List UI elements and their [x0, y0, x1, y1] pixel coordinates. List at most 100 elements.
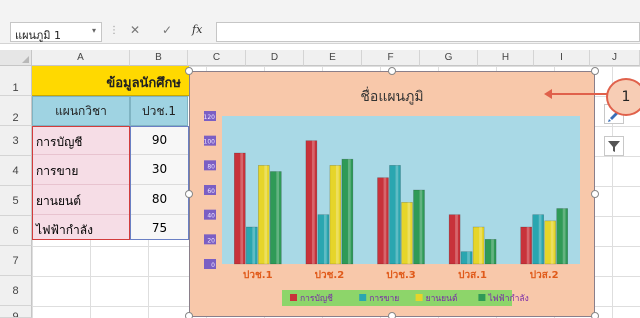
chart-object[interactable]: ชื่อแผนภูมิ 120 100 80 60 40 20 0 ปวช.1 ปวช.2 ปวช… — [189, 71, 595, 317]
resize-handle-top-left[interactable] — [185, 67, 193, 75]
chart-bar-highlight — [276, 171, 280, 264]
legend-label: การขาย — [369, 294, 399, 304]
select-all-corner[interactable] — [0, 50, 32, 66]
resize-handle-left[interactable] — [185, 190, 193, 198]
chart-bar-highlight — [264, 165, 268, 264]
value-range[interactable]: 90 30 80 75 — [130, 126, 189, 240]
table-title-cell[interactable]: ข้อมูลนักศึกษ — [32, 66, 189, 96]
resize-handle-bottom-left[interactable] — [185, 312, 193, 318]
chart-bar — [484, 239, 497, 265]
resize-handle-top[interactable] — [388, 67, 396, 75]
chart-bar — [556, 208, 569, 265]
formula-bar-grip-icon: ⋮ — [109, 25, 119, 36]
chart-bar-highlight — [311, 140, 315, 264]
chart-bar — [329, 165, 342, 265]
chart-bar — [341, 158, 354, 265]
cancel-icon[interactable]: ✕ — [130, 23, 140, 37]
column-header-a[interactable]: A — [32, 50, 130, 66]
resize-handle-top-right[interactable] — [591, 67, 599, 75]
chart-bar-highlight — [347, 159, 351, 264]
row-header-3[interactable]: 3 — [0, 126, 32, 156]
column-header-d[interactable]: D — [246, 50, 304, 66]
y-tick-label: 100 — [204, 139, 216, 146]
column-header-g[interactable]: G — [420, 50, 478, 66]
legend-label: ยานยนต์ — [426, 293, 458, 304]
chart-bar — [305, 140, 318, 265]
chart-bar-highlight — [455, 214, 458, 264]
chevron-down-icon[interactable]: ▾ — [92, 26, 96, 35]
excel-window: แผนภูมิ 1 ▾ ⋮ ✕ ✓ fx A B C D E F G H I J… — [0, 0, 640, 318]
row-header-2[interactable]: 2 — [0, 96, 32, 126]
column-header-e[interactable]: E — [304, 50, 362, 66]
legend-label: การบัญชี — [300, 293, 333, 304]
chart-bar-highlight — [407, 202, 411, 264]
y-tick-label: 20 — [207, 237, 215, 244]
chart-bar-highlight — [419, 190, 423, 264]
chart-bar — [233, 152, 246, 265]
chart-bar-highlight — [395, 165, 399, 264]
filter-icon — [608, 141, 620, 152]
chart-bar — [317, 214, 330, 265]
row-header-5[interactable]: 5 — [0, 186, 32, 216]
row-header-9[interactable]: 9 — [0, 306, 32, 318]
chart-bar — [389, 165, 401, 265]
row-header-4[interactable]: 4 — [0, 156, 32, 186]
column-header-c[interactable]: C — [188, 50, 246, 66]
chart-bar — [245, 226, 258, 265]
row-header-7[interactable]: 7 — [0, 246, 32, 276]
resize-handle-bottom-right[interactable] — [591, 312, 599, 318]
resize-handle-right[interactable] — [591, 190, 599, 198]
value-cell[interactable]: 75 — [131, 215, 188, 239]
column-header-j[interactable]: J — [590, 50, 640, 66]
chart-filters-button[interactable] — [604, 136, 624, 156]
legend-label: ไฟฟ้ากำลัง — [487, 293, 528, 304]
chart-bar — [532, 214, 545, 265]
value-cell[interactable]: 90 — [131, 127, 188, 155]
row-header-8[interactable]: 8 — [0, 276, 32, 306]
chart-bar-highlight — [323, 214, 327, 264]
value-cell[interactable]: 30 — [131, 155, 188, 185]
column-header-f[interactable]: F — [362, 50, 420, 66]
header-year-cell[interactable]: ปวช.1 — [130, 96, 188, 126]
department-name-range[interactable]: การบัญชี การขาย ยานยนต์ ไฟฟ้ากำลัง — [32, 126, 130, 240]
column-header-h[interactable]: H — [478, 50, 534, 66]
name-box-value: แผนภูมิ 1 — [15, 29, 62, 42]
chart-bar — [377, 177, 389, 265]
y-tick-label: 60 — [207, 188, 215, 195]
chart-bar-highlight — [550, 220, 554, 264]
row-header-6[interactable]: 6 — [0, 216, 32, 246]
chart-bar-highlight — [538, 214, 542, 264]
chart-bar — [413, 189, 425, 265]
dept-name-cell[interactable]: การขาย — [33, 155, 129, 185]
chart-bar — [472, 226, 485, 265]
chart-bar — [520, 226, 533, 265]
legend-swatch — [290, 294, 297, 301]
header-dept-cell[interactable]: แผนกวิชา — [32, 96, 130, 126]
dept-name-cell[interactable]: การบัญชี — [33, 127, 129, 155]
chart-bar-highlight — [479, 227, 482, 264]
chart-bar-highlight — [526, 227, 530, 264]
chart-bar — [270, 171, 282, 265]
dept-name-cell[interactable]: ไฟฟ้ากำลัง — [33, 215, 129, 239]
legend-swatch — [478, 294, 486, 301]
y-tick-label: 40 — [207, 213, 215, 220]
x-tick-label: ปวส.2 — [530, 269, 559, 281]
x-tick-label: ปวช.3 — [386, 269, 416, 281]
insert-function-icon[interactable]: fx — [192, 23, 202, 36]
x-tick-label: ปวช.1 — [243, 269, 273, 281]
column-header-b[interactable]: B — [130, 50, 188, 66]
y-tick-label: 0 — [211, 262, 215, 269]
chart-canvas[interactable]: 120 100 80 60 40 20 0 ปวช.1 ปวช.2 ปวช.3 ปวส.1 ปวส.2… — [190, 72, 596, 318]
chart-bar — [258, 165, 270, 265]
chart-bar — [460, 251, 473, 265]
dept-name-cell[interactable]: ยานยนต์ — [33, 185, 129, 215]
chart-bar-highlight — [240, 153, 244, 264]
resize-handle-bottom[interactable] — [388, 312, 396, 318]
value-cell[interactable]: 80 — [131, 185, 188, 215]
enter-icon[interactable]: ✓ — [162, 23, 172, 37]
name-box[interactable]: แผนภูมิ 1 ▾ — [10, 22, 102, 42]
chart-bar — [401, 202, 413, 265]
column-header-i[interactable]: I — [534, 50, 590, 66]
row-header-1[interactable]: 1 — [0, 66, 32, 96]
formula-input[interactable] — [216, 22, 640, 42]
